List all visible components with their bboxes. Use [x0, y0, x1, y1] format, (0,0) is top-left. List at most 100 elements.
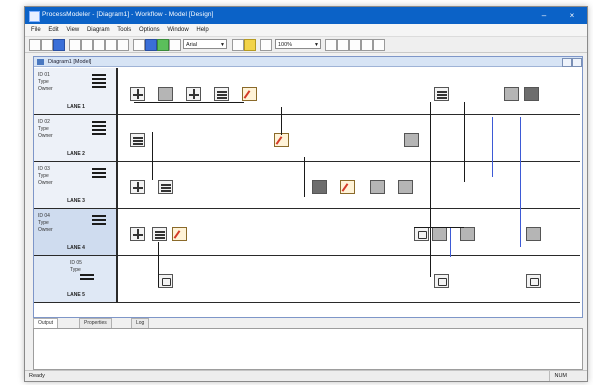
- process-node[interactable]: [158, 180, 173, 194]
- app-icon: [29, 11, 40, 22]
- process-node[interactable]: [242, 87, 257, 101]
- lane-header[interactable]: ID 05 Type LANE 5: [34, 256, 118, 302]
- menu-view[interactable]: View: [66, 24, 79, 36]
- open-icon[interactable]: [41, 39, 53, 51]
- process-node[interactable]: [214, 87, 229, 101]
- menu-window[interactable]: Window: [167, 24, 188, 36]
- swimlane-1[interactable]: ID 01 Type Owner LANE 1: [34, 68, 580, 115]
- process-node[interactable]: [172, 227, 187, 241]
- process-node[interactable]: [414, 227, 429, 241]
- process-node[interactable]: [340, 180, 355, 194]
- swimlane-3[interactable]: ID 03 Type Owner LANE 3: [34, 162, 580, 209]
- highlight-icon[interactable]: [244, 39, 256, 51]
- process-node[interactable]: [504, 87, 519, 101]
- process-node[interactable]: [152, 227, 167, 241]
- swimlane-4[interactable]: ID 04 Type Owner LANE 4: [34, 209, 580, 256]
- menu-tools[interactable]: Tools: [117, 24, 131, 36]
- lane-header[interactable]: ID 02 Type Owner LANE 2: [34, 115, 118, 161]
- connector[interactable]: [414, 227, 464, 228]
- process-node[interactable]: [130, 180, 145, 194]
- process-node[interactable]: [130, 87, 145, 101]
- document-title-bar: Diagram1 [Model]: [34, 57, 582, 67]
- lane-lines-icon: [80, 274, 94, 282]
- help-icon[interactable]: [117, 39, 129, 51]
- undo-icon[interactable]: [105, 39, 117, 51]
- connector[interactable]: [520, 117, 521, 247]
- swimlane-5[interactable]: ID 05 Type LANE 5: [34, 256, 580, 303]
- lane-attr: Owner: [38, 227, 53, 233]
- layout-icon[interactable]: [361, 39, 373, 51]
- process-node[interactable]: [434, 87, 449, 101]
- lane-attr: ID 05: [70, 260, 82, 266]
- diagram-document: Diagram1 [Model] ID 01 Type Owner LANE 1: [33, 56, 583, 318]
- menu-edit[interactable]: Edit: [48, 24, 58, 36]
- lane-lines-icon: [92, 215, 106, 227]
- process-node[interactable]: [312, 180, 327, 194]
- lane-lines-icon: [92, 168, 106, 180]
- connector[interactable]: [464, 102, 465, 182]
- connector[interactable]: [281, 107, 282, 135]
- lane-lines-icon: [92, 74, 106, 90]
- align-icon[interactable]: [260, 39, 272, 51]
- application-window: ProcessModeler - [Diagram1] - Workflow -…: [24, 6, 588, 382]
- paste-icon[interactable]: [93, 39, 105, 51]
- process-node[interactable]: [130, 133, 145, 147]
- font-combo[interactable]: Arial ▼: [183, 39, 227, 49]
- process-node[interactable]: [432, 227, 447, 241]
- cut-icon[interactable]: [69, 39, 81, 51]
- run-icon[interactable]: [157, 39, 169, 51]
- connect-icon[interactable]: [145, 39, 157, 51]
- close-button[interactable]: ×: [561, 9, 583, 22]
- swimlane-2[interactable]: ID 02 Type Owner LANE 2: [34, 115, 580, 162]
- process-node[interactable]: [526, 227, 541, 241]
- zoom-out-icon[interactable]: [337, 39, 349, 51]
- process-node[interactable]: [370, 180, 385, 194]
- chevron-down-icon: ▼: [314, 42, 319, 48]
- process-node[interactable]: [274, 133, 289, 147]
- lane-attr: Type: [70, 267, 81, 273]
- connector[interactable]: [492, 117, 493, 177]
- new-icon[interactable]: [29, 39, 41, 51]
- connector[interactable]: [304, 157, 305, 197]
- menu-file[interactable]: File: [31, 24, 41, 36]
- pointer-icon[interactable]: [169, 39, 181, 51]
- output-pane[interactable]: [33, 328, 583, 370]
- process-node[interactable]: [130, 227, 145, 241]
- bold-icon[interactable]: [232, 39, 244, 51]
- zoom-in-icon[interactable]: [325, 39, 337, 51]
- connector[interactable]: [450, 227, 451, 257]
- process-node[interactable]: [158, 87, 173, 101]
- minimize-button[interactable]: –: [533, 9, 555, 22]
- process-node[interactable]: [404, 133, 419, 147]
- lane-lines-icon: [92, 121, 106, 137]
- process-node[interactable]: [524, 87, 539, 101]
- connector[interactable]: [158, 242, 159, 287]
- menu-bar: File Edit View Diagram Tools Options Win…: [25, 24, 587, 37]
- process-node[interactable]: [460, 227, 475, 241]
- save-icon[interactable]: [53, 39, 65, 51]
- lane-header[interactable]: ID 03 Type Owner LANE 3: [34, 162, 118, 208]
- menu-options[interactable]: Options: [139, 24, 160, 36]
- lane-attr: Owner: [38, 86, 53, 92]
- process-node[interactable]: [434, 274, 449, 288]
- zoom-combo[interactable]: 100% ▼: [275, 39, 321, 49]
- menu-diagram[interactable]: Diagram: [87, 24, 110, 36]
- process-node[interactable]: [526, 274, 541, 288]
- process-node[interactable]: [186, 87, 201, 101]
- menu-help[interactable]: Help: [196, 24, 208, 36]
- lane-header[interactable]: ID 01 Type Owner LANE 1: [34, 68, 118, 114]
- connector[interactable]: [134, 102, 244, 103]
- title-bar: ProcessModeler - [Diagram1] - Workflow -…: [25, 7, 587, 24]
- restore-button[interactable]: [562, 58, 572, 67]
- connector[interactable]: [152, 132, 153, 180]
- lane-header[interactable]: ID 04 Type Owner LANE 4: [34, 209, 118, 255]
- grid-icon[interactable]: [133, 39, 145, 51]
- connector[interactable]: [430, 102, 431, 277]
- lane-attr: Type: [38, 79, 49, 85]
- fit-icon[interactable]: [349, 39, 361, 51]
- copy-icon[interactable]: [81, 39, 93, 51]
- arrange-icon[interactable]: [373, 39, 385, 51]
- doc-close-button[interactable]: [572, 58, 582, 67]
- process-node[interactable]: [158, 274, 173, 288]
- process-node[interactable]: [398, 180, 413, 194]
